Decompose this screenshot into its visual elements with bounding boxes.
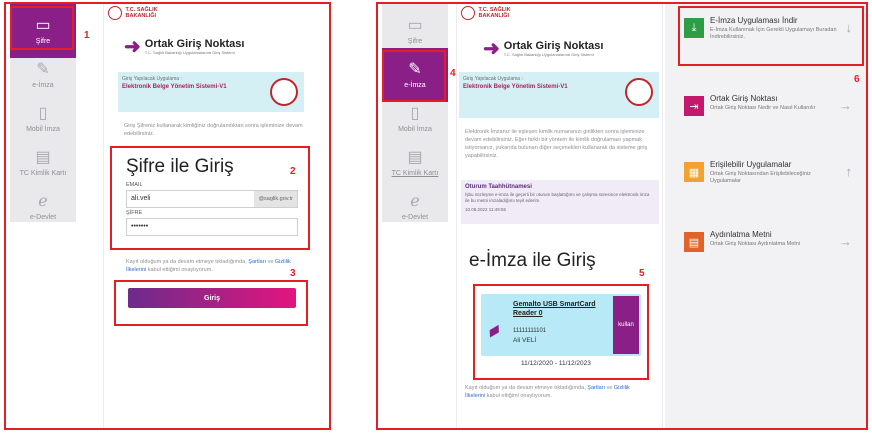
document-icon: ▤ bbox=[684, 232, 704, 252]
session-pledge-box: Oturum Taahhütnamesi İşbu sözleşme e-imz… bbox=[461, 180, 659, 224]
ogn-logo-icon: ➜ bbox=[124, 36, 141, 58]
target-app-box: Giriş Yapılacak Uygulama : Elektronik Be… bbox=[459, 72, 659, 118]
arrow-up-icon: ↑ bbox=[845, 164, 853, 179]
menu-item-accessible-apps[interactable]: ▦ Erişilebilir Uygulamalar Ortak Giriş N… bbox=[678, 156, 858, 200]
left-screen-panel: ▭ Şifre ✎ e-İmza ▯ Mobil İmza ▤ TC Kimli… bbox=[4, 2, 331, 430]
page-title: e-İmza ile Giriş bbox=[469, 250, 596, 271]
terms-text: Kayıt olduğum ya da devam etmeye tıkladı… bbox=[126, 259, 291, 273]
id-card-icon: ▤ bbox=[407, 148, 423, 166]
highlight-box-4 bbox=[382, 50, 446, 102]
info-menu-background bbox=[665, 4, 866, 428]
brand-header: ➜ Ortak Giriş Noktası T.C. Sağlık Bakanl… bbox=[124, 36, 245, 58]
menu-item-privacy-notice[interactable]: ▤ Aydınlatma Metni Ortak Giriş Noktası A… bbox=[678, 226, 858, 270]
ministry-logo: T.C. SAĞLIK BAKANLIĞI bbox=[461, 6, 511, 20]
brand-header: ➜ Ortak Giriş Noktası T.C. Sağlık Bakanl… bbox=[483, 38, 604, 60]
password-group: ŞİFRE ••••••• bbox=[126, 210, 298, 236]
terms-text: Kayıt olduğum ya da devam etmeye tıkladı… bbox=[465, 385, 630, 399]
login-method-sidebar: ▭ Şifre ✎ e-İmza ▯ Mobil İmza ▤ TC Kimli… bbox=[382, 4, 448, 222]
target-app-box: Giriş Yapılacak Uygulama : Elektronik Be… bbox=[118, 72, 304, 112]
arrow-right-icon: → bbox=[839, 98, 852, 113]
annotation-number: 6 bbox=[854, 74, 860, 85]
sidebar-item-e-devlet[interactable]: ℯ e-Devlet bbox=[10, 180, 76, 234]
annotation-number: 4 bbox=[450, 68, 456, 79]
apps-grid-icon: ▦ bbox=[684, 162, 704, 182]
email-group: EMAIL ali.veli @saglik.gov.tr bbox=[126, 182, 298, 208]
annotation-number: 5 bbox=[639, 268, 645, 279]
info-text: Elektronik İmzanız ile eşleşen kimlik nu… bbox=[465, 129, 648, 159]
login-icon: ⇥ bbox=[684, 96, 704, 116]
ogn-logo-icon: ➜ bbox=[483, 38, 500, 60]
smartcard-card[interactable]: ▰ Gemalto USB SmartCard Reader 0 1111111… bbox=[481, 294, 641, 356]
id-card-icon: ▤ bbox=[35, 148, 51, 166]
menu-item-e-signature-download[interactable]: ⤓ E-İmza Uygulaması İndir E-İmza Kullanm… bbox=[678, 12, 858, 56]
annotation-number: 1 bbox=[84, 30, 90, 41]
usb-token-icon: ▰ bbox=[482, 317, 505, 343]
download-icon: ⤓ bbox=[684, 18, 704, 38]
mobile-icon: ▯ bbox=[38, 104, 48, 122]
login-content: T.C. SAĞLIK BAKANLIĞI ➜ Ortak Giriş Nokt… bbox=[103, 4, 317, 428]
annotation-number: 3 bbox=[290, 268, 296, 279]
e-devlet-icon: ℯ bbox=[38, 192, 48, 210]
login-button[interactable]: Giriş bbox=[128, 288, 296, 308]
password-icon: ▭ bbox=[407, 16, 423, 34]
terms-link[interactable]: Şartları bbox=[587, 385, 605, 391]
email-domain-suffix: @saglik.gov.tr bbox=[254, 191, 297, 207]
ministry-seal-icon bbox=[461, 6, 475, 20]
e-signature-content: T.C. SAĞLIK BAKANLIĞI ➜ Ortak Giriş Nokt… bbox=[456, 4, 663, 428]
highlight-box-1 bbox=[10, 6, 74, 50]
sidebar-item-e-devlet[interactable]: ℯ e-Devlet bbox=[382, 180, 448, 234]
ministry-seal-icon bbox=[270, 78, 298, 106]
page-title: Şifre ile Giriş bbox=[126, 156, 234, 177]
ministry-seal-icon bbox=[625, 78, 653, 106]
use-card-button[interactable]: kullan bbox=[613, 296, 639, 354]
arrow-down-icon: ↓ bbox=[845, 20, 853, 35]
annotation-number: 2 bbox=[290, 166, 296, 177]
mobile-icon: ▯ bbox=[410, 104, 420, 122]
info-text: Giriş Şifreniz kullanarak kimliğiniz doğ… bbox=[124, 123, 303, 137]
card-validity-dates: 11/12/2020 - 11/12/2023 bbox=[521, 360, 591, 367]
arrow-right-icon: → bbox=[839, 234, 852, 249]
ministry-logo: T.C. SAĞLIK BAKANLIĞI bbox=[108, 6, 158, 20]
usb-pen-icon: ✎ bbox=[36, 60, 50, 78]
e-devlet-icon: ℯ bbox=[410, 192, 420, 210]
password-field[interactable]: ••••••• bbox=[126, 218, 298, 236]
menu-item-ogn-info[interactable]: ⇥ Ortak Giriş Noktası Ortak Giriş Noktas… bbox=[678, 90, 858, 134]
terms-link[interactable]: Şartları bbox=[248, 259, 266, 265]
ministry-seal-icon bbox=[108, 6, 122, 20]
right-screen-panel: ▭ Şifre ✎ e-İmza ▯ Mobil İmza ▤ TC Kimli… bbox=[376, 2, 868, 430]
email-field[interactable]: ali.veli @saglik.gov.tr bbox=[126, 190, 298, 208]
